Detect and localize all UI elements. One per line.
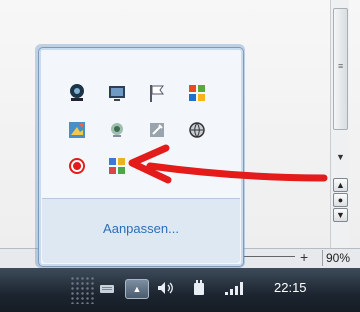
red-arrow-annotation [128,144,328,184]
